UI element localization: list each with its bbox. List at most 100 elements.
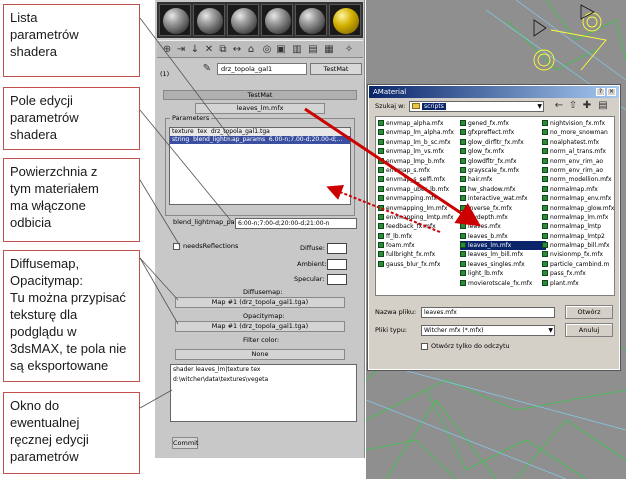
copy-material-icon[interactable]: ⧉: [217, 44, 229, 56]
back-icon[interactable]: ←: [553, 100, 565, 112]
shader-param-list[interactable]: texture tex drz_topola_gal1.tga string b…: [169, 127, 351, 205]
file-item[interactable]: inverse_fx.mfx: [460, 204, 546, 213]
file-item[interactable]: movierotscale_fx.mfx: [460, 279, 546, 288]
diffusemap-button[interactable]: Map #1 (drz_topola_gal1.tga): [175, 297, 345, 308]
file-item[interactable]: normalmap_env.mfx: [542, 194, 614, 203]
file-item[interactable]: norm_env_rim_ao: [542, 166, 614, 175]
filename-input[interactable]: leaves.mfx: [421, 307, 555, 318]
file-item[interactable]: interactive_wat.mfx: [460, 194, 546, 203]
view-menu-icon[interactable]: ▤: [597, 100, 609, 112]
file-item[interactable]: gauss_blur_fx.mfx: [378, 260, 464, 269]
material-slot[interactable]: [193, 4, 225, 36]
rollout-title[interactable]: TestMat: [163, 90, 357, 100]
file-item[interactable]: leaves_b.mfx: [460, 232, 546, 241]
file-list[interactable]: envmap_alpha.mfx envmap_lm_alpha.mfx envma…: [375, 116, 615, 296]
file-item[interactable]: noalphatest.mfx: [542, 138, 614, 147]
file-item[interactable]: nightvision_fx.mfx: [542, 119, 614, 128]
list-item[interactable]: string blend_lightmap_params 6.00-n;7.00…: [170, 136, 350, 144]
file-item[interactable]: no_more_snowman: [542, 128, 614, 137]
file-item[interactable]: envmap_s.mfx: [378, 166, 464, 175]
file-item[interactable]: envmap_lm_vs.mfx: [378, 147, 464, 156]
file-item[interactable]: gfxpreffect.mfx: [460, 128, 546, 137]
material-name-dropdown[interactable]: drz_topola_gal1: [217, 63, 307, 75]
shader-button[interactable]: leaves_lm.mfx: [195, 103, 325, 114]
file-item[interactable]: normalmap_lmtp2: [542, 232, 614, 241]
file-item[interactable]: grayscale_fx.mfx: [460, 166, 546, 175]
file-item[interactable]: nvisionmp_fx.mfx: [542, 250, 614, 259]
material-slot[interactable]: [329, 4, 361, 36]
put-to-library-icon[interactable]: ⌂: [245, 44, 257, 56]
material-slot[interactable]: [261, 4, 293, 36]
file-item[interactable]: leaves_lm_bill.mfx: [460, 250, 546, 259]
show-end-result-icon[interactable]: ▥: [291, 44, 303, 56]
ambient-color-swatch[interactable]: [327, 259, 347, 270]
diffuse-color-swatch[interactable]: [327, 243, 347, 254]
unique-icon[interactable]: ↔: [231, 44, 243, 56]
file-item[interactable]: norm_env_rim_ao: [542, 157, 614, 166]
commit-button[interactable]: Commit: [172, 437, 199, 449]
file-item[interactable]: pass_fx.mfx: [542, 269, 614, 278]
file-item[interactable]: hw_shadow.mfx: [460, 185, 546, 194]
file-item[interactable]: leaves_lm.mfx: [460, 241, 546, 251]
file-item[interactable]: plant.mfx: [542, 279, 614, 288]
help-icon[interactable]: ?: [596, 88, 605, 96]
new-folder-icon[interactable]: ✚: [581, 100, 593, 112]
file-item[interactable]: normalmap.mfx: [542, 185, 614, 194]
needs-reflections-checkbox[interactable]: [173, 243, 180, 250]
material-slot[interactable]: [159, 4, 191, 36]
assign-material-icon[interactable]: ↓: [189, 44, 201, 56]
show-map-icon[interactable]: ▣: [275, 44, 287, 56]
file-item[interactable]: norm_al_trans.mfx: [542, 147, 614, 156]
file-item[interactable]: hair.mfx: [460, 175, 546, 184]
file-item[interactable]: glowdfltr_fx.mfx: [460, 157, 546, 166]
param-edit-field[interactable]: 6:00-n;7:00-d;20:00-d;21:00-n: [235, 218, 357, 229]
material-slot[interactable]: [227, 4, 259, 36]
material-slot[interactable]: [295, 4, 327, 36]
file-item[interactable]: envmap_alpha.mfx: [378, 119, 464, 128]
filter-color-button[interactable]: None: [175, 349, 345, 360]
file-item[interactable]: normalmap_lm.mfx: [542, 213, 614, 222]
file-item[interactable]: feedback_fx.mfx: [378, 222, 464, 231]
file-item[interactable]: leaves_singles.mfx: [460, 260, 546, 269]
file-item[interactable]: gened_fx.mfx: [460, 119, 546, 128]
file-item[interactable]: light_lb.mfx: [460, 269, 546, 278]
go-to-parent-icon[interactable]: ▤: [307, 44, 319, 56]
file-item[interactable]: glow_fx.mfx: [460, 147, 546, 156]
file-item[interactable]: leaves.mfx: [460, 222, 546, 231]
get-material-icon[interactable]: ⊕: [161, 44, 173, 56]
material-type-button[interactable]: TestMat: [310, 63, 362, 75]
file-item[interactable]: normalmap_lmtp: [542, 222, 614, 231]
file-item[interactable]: envmap_lmp_b.mfx: [378, 157, 464, 166]
material-id-icon[interactable]: ◎: [261, 44, 273, 56]
select-by-material-icon[interactable]: ✧: [343, 44, 355, 56]
filetype-dropdown[interactable]: Witcher mfx (*.mfx) ▼: [421, 325, 555, 336]
pick-material-icon[interactable]: ✎: [201, 63, 213, 75]
file-item[interactable]: normalmap_bill.mfx: [542, 241, 614, 250]
file-item[interactable]: laydepth.mfx: [460, 213, 546, 222]
close-icon[interactable]: ×: [607, 88, 616, 96]
file-item[interactable]: fullbright_fx.mfx: [378, 250, 464, 259]
put-material-icon[interactable]: ⇥: [175, 44, 187, 56]
up-folder-icon[interactable]: ⇧: [567, 100, 579, 112]
file-item[interactable]: envmap_lm_alpha.mfx: [378, 128, 464, 137]
file-item[interactable]: envmap_s_selfi.mfx: [378, 175, 464, 184]
file-item[interactable]: particle_cambind.m: [542, 260, 614, 269]
lookin-dropdown[interactable]: scripts ▼: [409, 101, 544, 112]
cancel-button[interactable]: Anuluj: [565, 323, 613, 337]
file-item[interactable]: ff_lb.mfx: [378, 232, 464, 241]
file-item[interactable]: envmapping_lmtp.mfx: [378, 213, 464, 222]
manual-edit-textarea[interactable]: shader leaves_lm|texture tex d:\witcher\…: [170, 364, 357, 422]
opacitymap-button[interactable]: Map #1 (drz_topola_gal1.tga): [175, 321, 345, 332]
reset-map-icon[interactable]: ✕: [203, 44, 215, 56]
file-item[interactable]: envmapping_lm.mfx: [378, 204, 464, 213]
open-button[interactable]: Otwórz: [565, 305, 613, 319]
specular-color-swatch[interactable]: [327, 274, 347, 285]
file-item[interactable]: normalmap_glow.mfx: [542, 204, 614, 213]
file-item[interactable]: envmap_uber_lb.mfx: [378, 185, 464, 194]
file-item[interactable]: envmap_lm_b_sc.mfx: [378, 138, 464, 147]
dialog-titlebar[interactable]: AMaterial ? ×: [369, 86, 619, 98]
file-item[interactable]: glow_dirfltr_fx.mfx: [460, 138, 546, 147]
go-forward-icon[interactable]: ▦: [323, 44, 335, 56]
file-item[interactable]: foam.mfx: [378, 241, 464, 250]
file-item[interactable]: envmapping.mfx: [378, 194, 464, 203]
